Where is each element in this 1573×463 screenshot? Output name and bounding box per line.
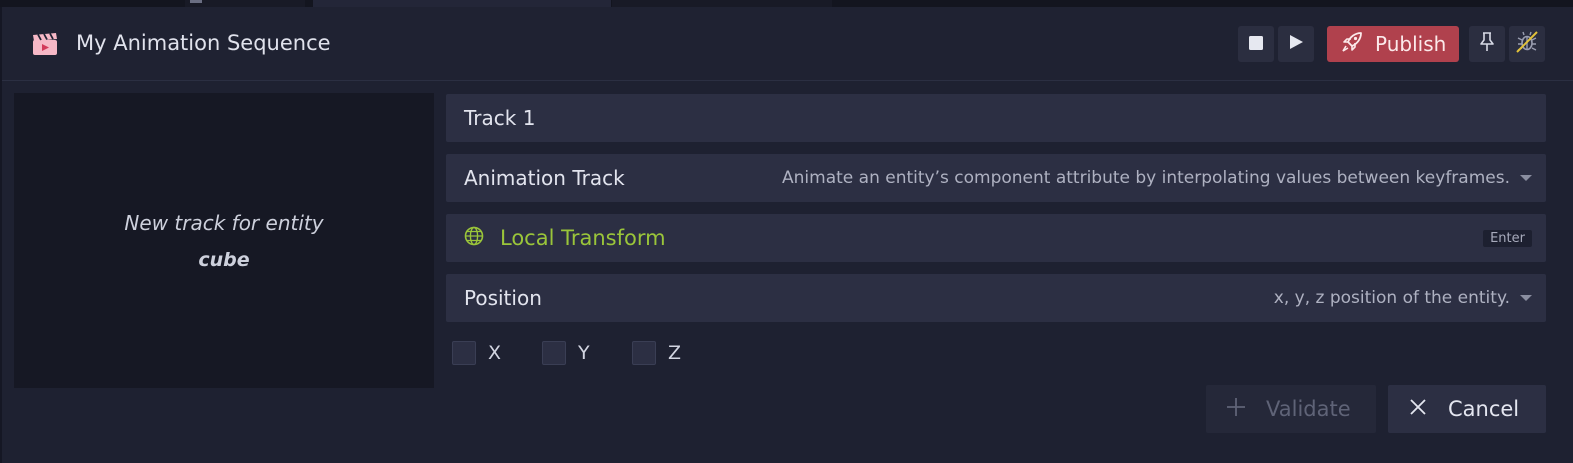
play-icon bbox=[1288, 34, 1304, 54]
component-select[interactable]: Local Transform Enter bbox=[446, 214, 1546, 262]
attribute-description: x, y, z position of the entity. bbox=[1273, 288, 1510, 308]
window-tab-strip bbox=[0, 0, 1573, 7]
attribute-select[interactable]: Position x, y, z position of the entity. bbox=[446, 274, 1546, 322]
plus-icon bbox=[1226, 397, 1246, 421]
track-type-label: Animation Track bbox=[464, 166, 625, 190]
globe-icon bbox=[464, 226, 484, 250]
chevron-down-icon bbox=[1520, 175, 1532, 181]
axis-z-label: Z bbox=[668, 342, 682, 364]
tab-inactive-left[interactable] bbox=[185, 0, 305, 7]
pin-button[interactable] bbox=[1469, 26, 1505, 62]
clapperboard-icon bbox=[32, 32, 58, 56]
attribute-description-wrap: x, y, z position of the entity. bbox=[1274, 288, 1532, 308]
track-name-input[interactable]: Track 1 bbox=[446, 94, 1546, 142]
track-type-select[interactable]: Animation Track Animate an entity’s comp… bbox=[446, 154, 1546, 202]
checkbox-box[interactable] bbox=[542, 341, 566, 365]
debug-button[interactable] bbox=[1509, 26, 1545, 62]
track-preview: New track for entity cube bbox=[14, 93, 434, 388]
axis-y-checkbox[interactable]: Y bbox=[542, 341, 590, 365]
rocket-icon bbox=[1341, 31, 1363, 57]
track-type-description-wrap: Animate an entity’s component attribute … bbox=[782, 168, 1532, 188]
axis-x-label: X bbox=[488, 342, 502, 364]
close-icon bbox=[1410, 399, 1426, 419]
publish-button[interactable]: Publish bbox=[1327, 26, 1459, 62]
dialog-header: My Animation Sequence Publish bbox=[2, 7, 1573, 81]
component-label: Local Transform bbox=[500, 226, 666, 250]
cancel-button[interactable]: Cancel bbox=[1388, 385, 1546, 433]
chevron-down-icon bbox=[1520, 295, 1532, 301]
validate-button[interactable]: Validate bbox=[1206, 385, 1376, 433]
tab-active[interactable] bbox=[313, 0, 611, 7]
checkbox-box[interactable] bbox=[452, 341, 476, 365]
validate-label: Validate bbox=[1266, 397, 1351, 421]
track-name-value: Track 1 bbox=[464, 106, 536, 130]
attribute-label: Position bbox=[464, 286, 542, 310]
axis-x-checkbox[interactable]: X bbox=[452, 341, 501, 365]
enter-shortcut-hint: Enter bbox=[1483, 229, 1532, 247]
checkbox-box[interactable] bbox=[632, 341, 656, 365]
cancel-label: Cancel bbox=[1448, 397, 1520, 421]
publish-label: Publish bbox=[1375, 32, 1447, 56]
play-button[interactable] bbox=[1278, 26, 1314, 62]
new-track-dialog: My Animation Sequence Publish New track … bbox=[0, 7, 1573, 463]
axis-y-label: Y bbox=[578, 342, 590, 364]
track-type-description: Animate an entity’s component attribute … bbox=[782, 168, 1510, 188]
pin-icon bbox=[1479, 32, 1495, 56]
axis-z-checkbox[interactable]: Z bbox=[632, 341, 681, 365]
tab-inactive-right[interactable] bbox=[612, 0, 832, 7]
tab-icon bbox=[190, 0, 202, 3]
bug-off-icon bbox=[1515, 30, 1539, 58]
preview-entity-name: cube bbox=[198, 248, 250, 271]
preview-caption: New track for entity bbox=[124, 210, 324, 235]
dialog-title: My Animation Sequence bbox=[76, 31, 331, 55]
stop-icon bbox=[1249, 35, 1263, 54]
stop-button[interactable] bbox=[1238, 26, 1274, 62]
